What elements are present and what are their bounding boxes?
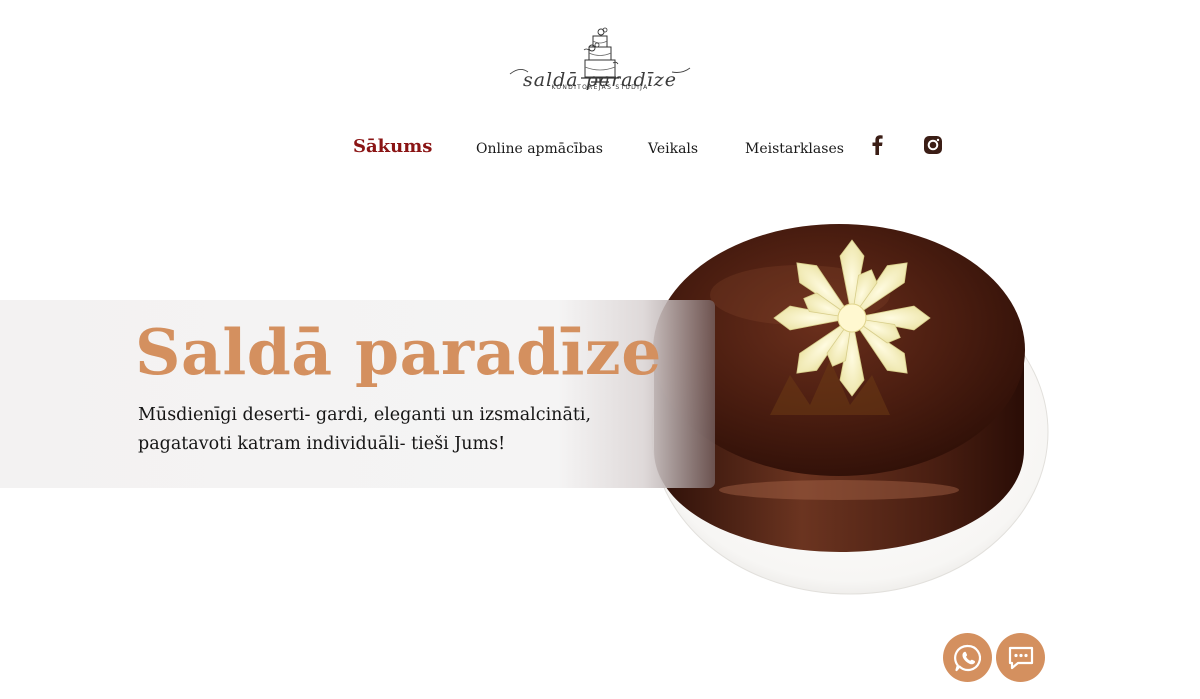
whatsapp-icon [953,644,981,671]
chat-button[interactable] [996,633,1045,682]
nav-item-veikals[interactable]: Veikals [648,139,698,159]
hero-title: Saldā paradīze [135,315,662,389]
nav-item-sakums[interactable]: Sākums [353,137,432,157]
facebook-icon[interactable] [866,134,888,156]
site-logo[interactable]: saldā paradīze KONDITOREJAS STUDIJA [505,22,695,96]
chat-icon [1008,646,1033,669]
nav-item-online-apmacibas[interactable]: Online apmācības [476,139,603,159]
logo-subtitle: KONDITOREJAS STUDIJA [551,84,649,91]
hero-description: Mūsdienīgi deserti- gardi, eleganti un i… [138,405,592,454]
whatsapp-button[interactable] [943,633,992,682]
instagram-icon[interactable] [922,134,944,156]
nav-item-meistarklases[interactable]: Meistarklases [745,139,844,159]
